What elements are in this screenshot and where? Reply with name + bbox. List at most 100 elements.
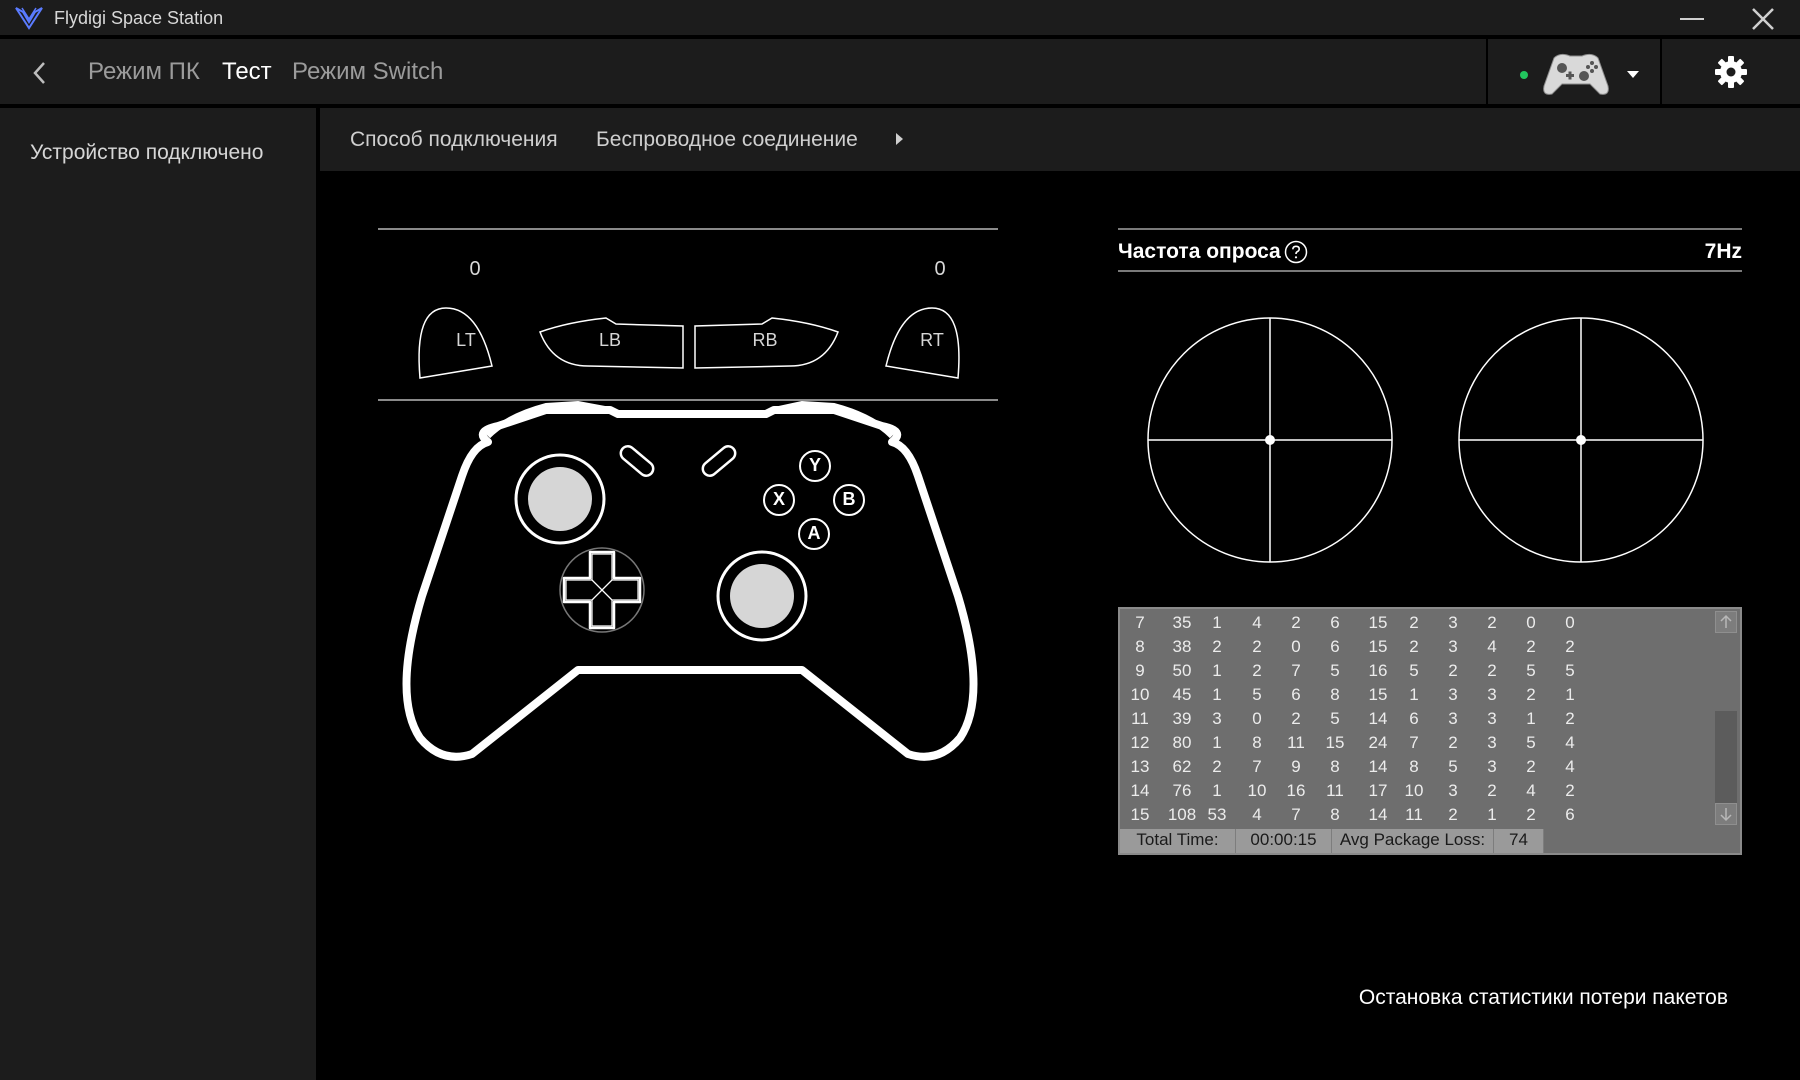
table-row: 7 35 1 4 2 6 15 2 3 2 0 0 (1120, 611, 1712, 635)
table-cell: 10 (1404, 781, 1424, 800)
table-cell: 4 (1565, 757, 1575, 776)
scroll-down-button[interactable] (1715, 803, 1737, 825)
stop-packet-loss-stats-button[interactable]: Остановка статистики потери пакетов (1359, 986, 1728, 1010)
table-cell: 2 (1409, 613, 1419, 632)
packet-loss-rows: 7 35 1 4 2 6 15 2 3 2 0 0 8 38 2 2 0 6 15 2 3 4 2 2 9 50 1 2 7 5 16 5 2 2… (1120, 609, 1712, 827)
table-cell: 4 (1252, 613, 1262, 632)
tab-switch-mode[interactable]: Режим Switch (292, 58, 443, 86)
lb-label: LB (598, 330, 622, 350)
table-cell: 0 (1252, 709, 1262, 728)
table-cell: 15 (1130, 805, 1150, 824)
controller-thumbnail-icon (1543, 53, 1609, 95)
table-cell: 3 (1448, 781, 1458, 800)
table-cell: 1 (1212, 781, 1222, 800)
table-cell: 8 (1330, 757, 1340, 776)
table-cell: 45 (1172, 685, 1192, 704)
help-icon[interactable] (1284, 240, 1308, 264)
table-cell: 15 (1368, 613, 1388, 632)
table-cell: 11 (1326, 781, 1344, 800)
table-cell: 17 (1368, 781, 1388, 800)
table-cell: 0 (1565, 613, 1575, 632)
table-cell: 1 (1409, 685, 1419, 704)
table-cell: 6 (1565, 805, 1575, 824)
table-cell: 4 (1565, 733, 1575, 752)
table-row: 15 108 53 4 7 8 14 11 2 1 2 6 (1120, 803, 1712, 827)
table-cell: 3 (1487, 733, 1497, 752)
table-cell: 16 (1286, 781, 1306, 800)
table-cell: 5 (1448, 757, 1458, 776)
table-cell: 2 (1565, 781, 1575, 800)
table-cell: 6 (1409, 709, 1419, 728)
table-cell: 11 (1405, 805, 1423, 824)
breadcrumb-connection-method[interactable]: Способ подключения (350, 128, 558, 152)
table-cell: 2 (1212, 637, 1222, 656)
chevron-down-icon[interactable] (1626, 69, 1640, 79)
table-cell: 8 (1135, 637, 1145, 656)
sidebar-item-device-connected[interactable]: Устройство подключено (30, 141, 263, 165)
table-cell: 62 (1172, 757, 1192, 776)
table-cell: 1 (1212, 661, 1222, 680)
lt-label: LT (456, 330, 476, 350)
table-cell: 2 (1487, 661, 1497, 680)
packet-loss-table: 7 35 1 4 2 6 15 2 3 2 0 0 8 38 2 2 0 6 15 2 3 4 2 2 9 50 1 2 7 5 16 5 2 2… (1118, 607, 1742, 855)
table-cell: 14 (1368, 757, 1388, 776)
table-cell: 3 (1487, 757, 1497, 776)
right-stick-visualizer (1458, 317, 1704, 563)
gear-icon[interactable] (1714, 55, 1748, 89)
table-row: 10 45 1 5 6 8 15 1 3 3 2 1 (1120, 683, 1712, 707)
table-cell: 2 (1565, 637, 1575, 656)
table-cell: 3 (1448, 637, 1458, 656)
table-cell: 8 (1409, 757, 1419, 776)
table-cell: 2 (1252, 637, 1262, 656)
table-cell: 5 (1409, 661, 1419, 680)
table-cell: 11 (1287, 733, 1305, 752)
table-cell: 1 (1212, 685, 1222, 704)
table-cell: 39 (1172, 709, 1192, 728)
table-cell: 7 (1135, 613, 1145, 632)
tab-test[interactable]: Тест (222, 58, 272, 86)
table-cell: 3 (1448, 685, 1458, 704)
table-cell: 2 (1212, 757, 1222, 776)
table-row: 14 76 1 10 16 11 17 10 3 2 4 2 (1120, 779, 1712, 803)
left-stick-visualizer (1147, 317, 1393, 563)
connection-status-dot (1520, 71, 1528, 79)
table-cell: 4 (1526, 781, 1536, 800)
table-cell: 8 (1330, 805, 1340, 824)
total-time-value: 00:00:15 (1236, 829, 1332, 853)
table-cell: 14 (1368, 805, 1388, 824)
table-cell: 5 (1330, 709, 1340, 728)
b-label: B (842, 489, 856, 509)
x-label: X (772, 489, 785, 509)
table-cell: 6 (1330, 613, 1340, 632)
table-cell: 14 (1368, 709, 1388, 728)
close-icon[interactable] (1748, 4, 1778, 34)
table-cell: 7 (1291, 805, 1301, 824)
table-cell: 2 (1487, 613, 1497, 632)
back-arrow-icon[interactable] (28, 59, 52, 87)
nav-bar: Режим ПК Тест Режим Switch (0, 39, 1800, 106)
controller-body (402, 406, 978, 761)
table-cell: 76 (1172, 781, 1192, 800)
scroll-thumb[interactable] (1715, 711, 1737, 807)
tab-pc-mode[interactable]: Режим ПК (88, 58, 200, 86)
table-cell: 15 (1368, 685, 1388, 704)
table-cell: 2 (1487, 781, 1497, 800)
device-selector[interactable] (1486, 39, 1662, 106)
table-cell: 38 (1172, 637, 1192, 656)
table-cell: 11 (1131, 709, 1149, 728)
table-cell: 12 (1130, 733, 1150, 752)
polling-rate-value: 7Hz (1704, 240, 1742, 263)
table-cell: 5 (1526, 733, 1536, 752)
stats-footer: Total Time: 00:00:15 Avg Package Loss: 7… (1120, 829, 1740, 853)
table-cell: 7 (1291, 661, 1301, 680)
minimize-button[interactable] (1676, 0, 1710, 37)
table-cell: 1 (1212, 613, 1222, 632)
table-row: 8 38 2 2 0 6 15 2 3 4 2 2 (1120, 635, 1712, 659)
table-scrollbar[interactable] (1712, 609, 1740, 827)
scroll-up-button[interactable] (1715, 611, 1737, 633)
a-label: A (807, 523, 821, 543)
gamepad-visual: 0 0 LT RT LB RB Y X B A (378, 226, 1004, 786)
table-cell: 2 (1252, 661, 1262, 680)
arrow-down-icon (1720, 808, 1732, 822)
table-cell: 5 (1330, 661, 1340, 680)
